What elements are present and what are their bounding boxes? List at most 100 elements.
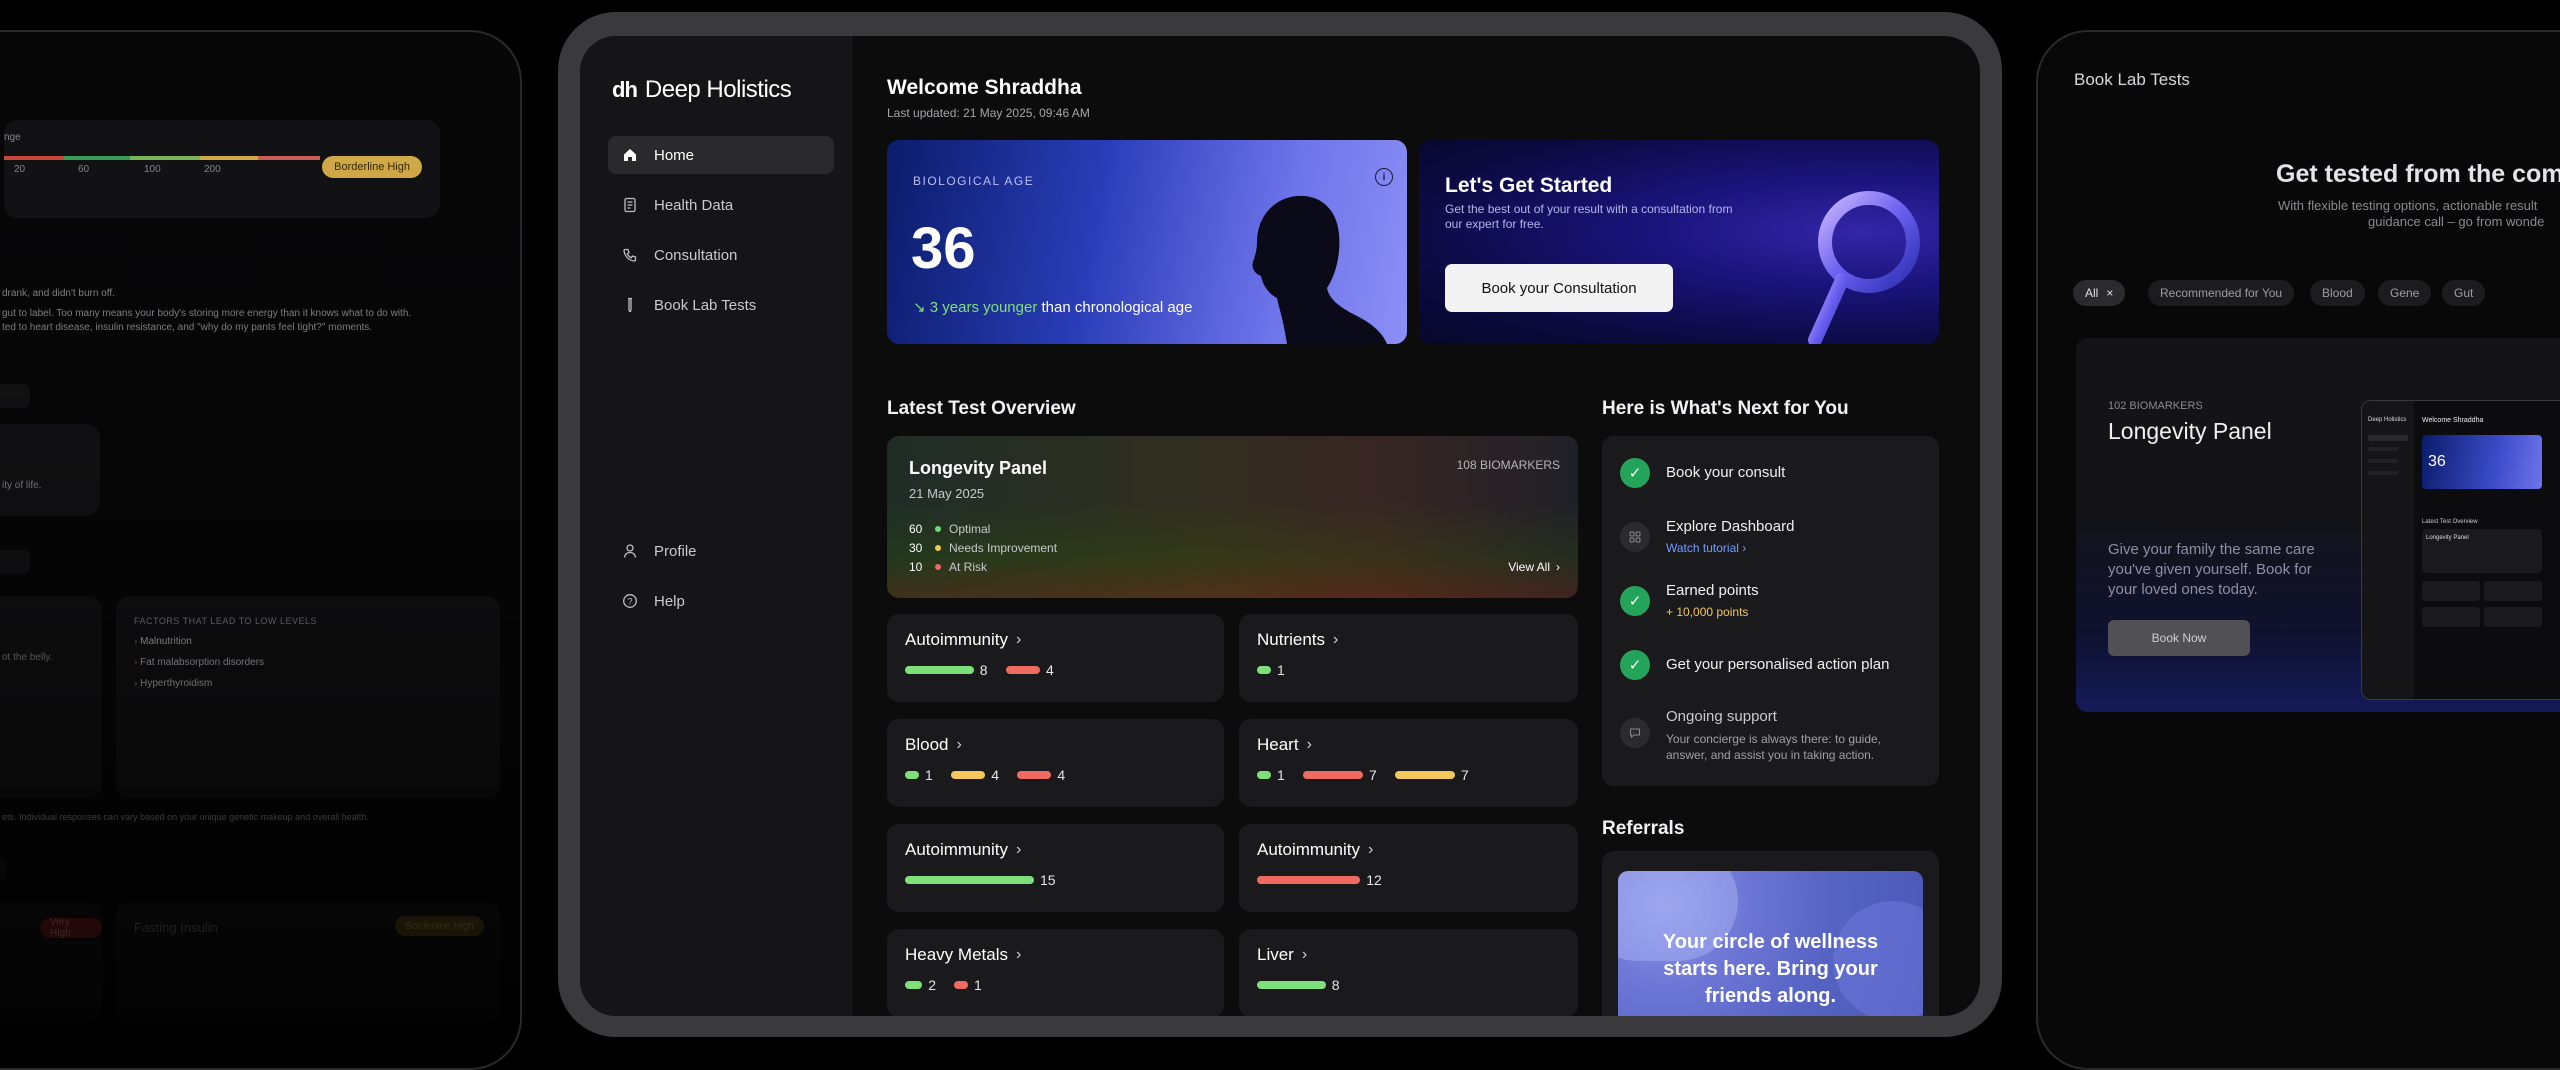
step-earned-points[interactable]: ✓ Earned points + 10,000 points [1620, 582, 1759, 619]
status-bars: 1 4 4 [905, 767, 1077, 783]
intro-text: drank, and didn't burn off. [2, 288, 115, 299]
lab-hero-title: Get tested from the comfo [2276, 160, 2560, 188]
sidebar-item-health-data[interactable]: Health Data [608, 186, 834, 224]
step-title: Get your personalised action plan [1666, 656, 1890, 673]
status-count: 4 [1057, 767, 1066, 783]
biomarker-count: 108 BIOMARKERS [1456, 458, 1560, 472]
thumb-panel-title: Longevity Panel [2426, 535, 2469, 541]
thumb-mini [2484, 581, 2542, 601]
biomarker-count: 102 BIOMARKERS [2108, 400, 2203, 412]
tab-placeholder [0, 550, 30, 574]
referrals-card[interactable]: Your circle of wellness starts here. Bri… [1602, 851, 1939, 1016]
card-description: Give your family the same care you've gi… [2108, 541, 2315, 598]
disclaimer-text: ets. Individual responses can vary based… [2, 812, 369, 822]
status-bar [1016, 771, 1052, 779]
lab-hero-sub: With flexible testing options, actionabl… [2278, 198, 2538, 213]
filter-chip-gut[interactable]: Gut [2442, 280, 2486, 306]
chevron-right-icon: › [1742, 541, 1747, 555]
sidebar-item-book-lab-tests[interactable]: Book Lab Tests [608, 286, 834, 324]
tab-placeholder [0, 858, 6, 882]
category-name: Heart [1257, 735, 1299, 754]
check-icon: ✓ [1620, 458, 1650, 488]
phone-icon [622, 247, 638, 263]
document-icon [622, 197, 638, 213]
category-card[interactable]: Blood › 1 4 4 [887, 719, 1224, 807]
delta-value: 3 years younger [929, 299, 1038, 316]
book-consultation-button[interactable]: Book your Consultation [1445, 264, 1673, 312]
thumb-nav [2368, 435, 2408, 441]
status-bars: 15 [905, 872, 1068, 888]
status-bar [905, 771, 919, 779]
biomarker-card: Very High [0, 902, 102, 1022]
arrow-down-right-icon: ↘ [913, 299, 926, 316]
info-card: ity of life. [0, 424, 100, 516]
step-action-plan[interactable]: ✓ Get your personalised action plan [1620, 650, 1889, 680]
status-bars: 1 [1257, 662, 1297, 678]
category-name: Blood [905, 735, 949, 754]
filter-chip-gene[interactable]: Gene [2378, 280, 2432, 306]
lab-tests-title: Book Lab Tests [2074, 70, 2190, 89]
view-all-link[interactable]: View All › [1508, 560, 1560, 574]
person-silhouette [1252, 195, 1387, 344]
range-segment-red [4, 156, 64, 160]
close-icon[interactable]: × [2106, 286, 2113, 300]
factors-low-card: FACTORS THAT LEAD TO LOW LEVELS › Malnut… [116, 596, 500, 798]
category-title: Blood › [905, 735, 962, 755]
overview-heading: Latest Test Overview [887, 398, 1076, 419]
info-icon[interactable]: i [1375, 168, 1393, 186]
brand[interactable]: dh Deep Holistics [612, 76, 792, 104]
filter-chip-all[interactable]: All × [2073, 280, 2126, 306]
status-bars: 1 7 7 [1257, 767, 1481, 783]
referral-banner[interactable]: Your circle of wellness starts here. Bri… [1618, 871, 1923, 1016]
step-explore-dashboard[interactable]: Explore Dashboard Watch tutorial › [1620, 518, 1794, 555]
card-title: Longevity Panel [2108, 418, 2272, 444]
category-card[interactable]: Autoimmunity › 12 [1239, 824, 1578, 912]
watch-tutorial-link[interactable]: Watch tutorial › [1666, 541, 1794, 555]
biomarker-title: Fasting Insulin [134, 920, 218, 935]
home-icon [622, 147, 638, 163]
scale-tick: 20 [14, 164, 26, 175]
sidebar-item-label: Health Data [654, 196, 734, 214]
chevron-right-icon: › [1306, 736, 1312, 753]
filter-chip-recommended[interactable]: Recommended for You [2148, 280, 2295, 306]
book-now-button[interactable]: Book Now [2108, 620, 2250, 656]
right-device-preview: Book Lab Tests Get tested from the comfo… [2036, 30, 2560, 1070]
sidebar-item-profile[interactable]: Profile [608, 532, 834, 570]
referral-text: Your circle of wellness starts here. Bri… [1662, 931, 1879, 1007]
status-count: 1 [925, 767, 933, 783]
test-tube-icon [622, 297, 638, 313]
longevity-panel-card[interactable]: Longevity Panel 21 May 2025 108 BIOMARKE… [887, 436, 1578, 598]
category-card[interactable]: Nutrients › 1 [1239, 614, 1578, 702]
sidebar-item-help[interactable]: ? Help [608, 582, 834, 620]
app-screen: dh Deep Holistics Home Health Data Consu… [580, 36, 1980, 1016]
status-bar [950, 771, 986, 779]
biomarker-card: Fasting Insulin Borderline High [116, 902, 500, 1022]
bio-age-label: BIOLOGICAL AGE [913, 174, 1035, 188]
description-line: ted to heart disease, insulin resistance… [2, 322, 373, 333]
status-bar [1257, 666, 1271, 674]
main-content: Welcome Shraddha Last updated: 21 May 20… [852, 36, 1980, 1016]
sidebar-item-consultation[interactable]: Consultation [608, 236, 834, 274]
step-book-consult[interactable]: ✓ Book your consult [1620, 458, 1785, 488]
biological-age-card[interactable]: BIOLOGICAL AGE 36 ↘ 3 years younger than… [887, 140, 1407, 344]
sidebar-item-home[interactable]: Home [608, 136, 834, 174]
chevron-right-icon: › [1015, 631, 1022, 648]
category-name: Nutrients [1257, 630, 1326, 649]
category-card[interactable]: Autoimmunity › 15 [887, 824, 1224, 912]
step-ongoing-support[interactable]: Ongoing support Your concierge is always… [1620, 708, 1906, 763]
status-count: 4 [1045, 662, 1054, 678]
check-icon: ✓ [1620, 650, 1650, 680]
category-card[interactable]: Autoimmunity › 8 4 [887, 614, 1224, 702]
category-card[interactable]: Heart › 1 7 7 [1239, 719, 1578, 807]
factor-item: › Fat malabsorption disorders [134, 657, 265, 668]
category-title: Nutrients › [1257, 630, 1338, 650]
status-bar [1257, 876, 1361, 884]
category-card[interactable]: Liver › 8 [1239, 929, 1578, 1016]
category-card[interactable]: Heavy Metals › 2 1 [887, 929, 1224, 1016]
factor-item: › Hyperthyroidism [134, 678, 213, 689]
range-segment-lightgreen [130, 156, 200, 160]
filter-chip-blood[interactable]: Blood [2310, 280, 2365, 306]
step-title: Earned points [1666, 582, 1759, 599]
step-title: Explore Dashboard [1666, 518, 1795, 535]
status-count: 7 [1460, 767, 1469, 783]
